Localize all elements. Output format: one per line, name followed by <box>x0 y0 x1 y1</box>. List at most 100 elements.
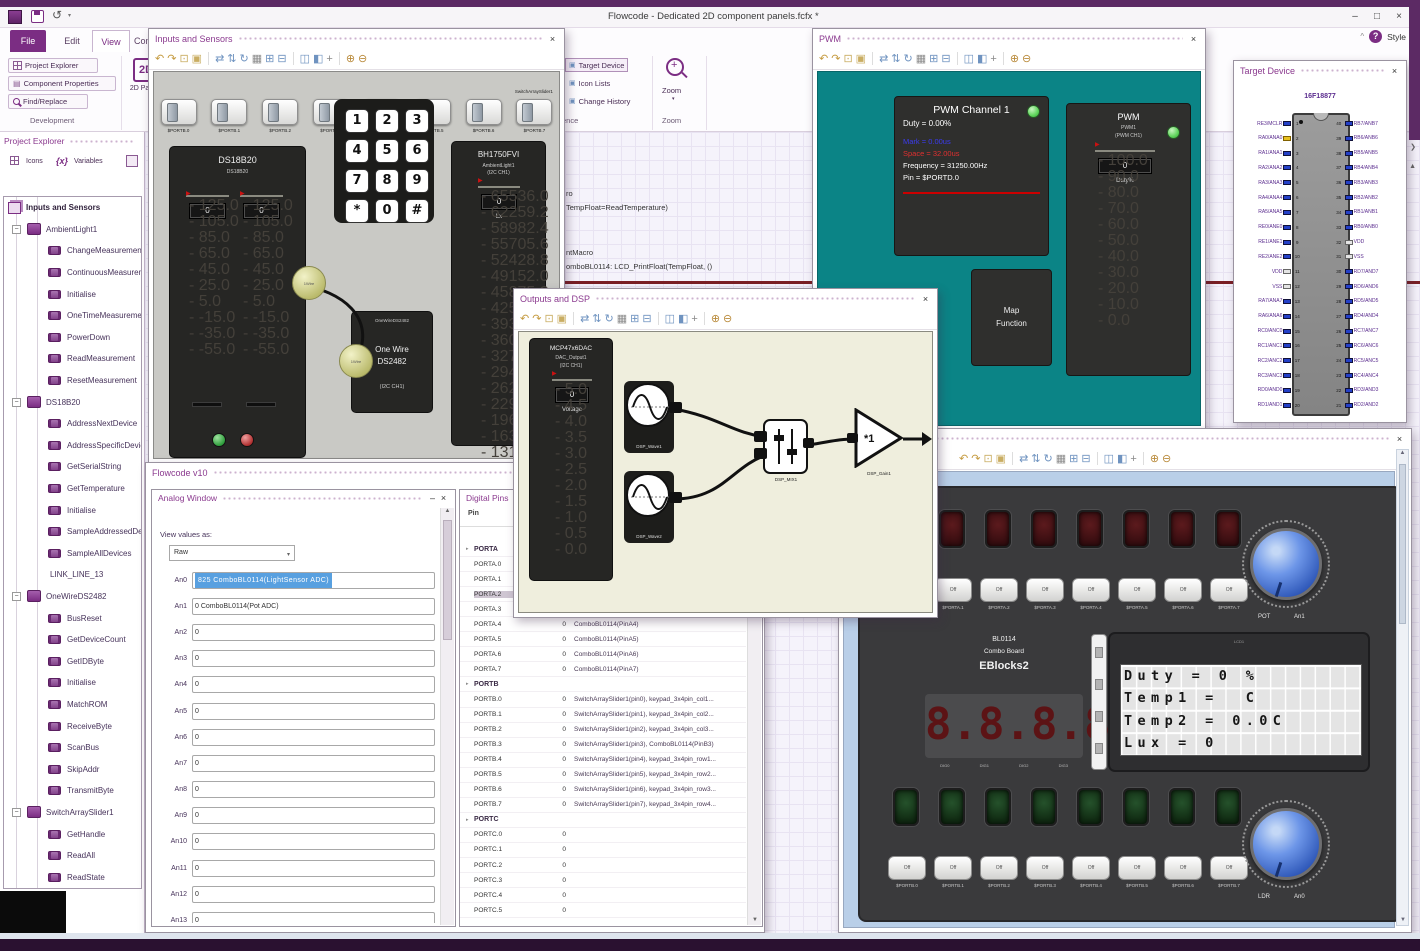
send-backward-icon[interactable]: ⊟ <box>642 312 651 326</box>
chip-pin-29[interactable] <box>1344 284 1353 290</box>
chip-pin-4[interactable] <box>1283 165 1292 171</box>
chip-pin-12[interactable] <box>1283 284 1292 290</box>
tree-item-GetSerialString[interactable]: GetSerialString <box>4 456 141 478</box>
undo-icon[interactable]: ↺ <box>52 8 62 22</box>
tree-item-AddressNextDevice[interactable]: AddressNextDevice <box>4 413 141 435</box>
flip-horizontal-icon[interactable]: ⇄ <box>1019 452 1028 466</box>
chip-pin-32[interactable] <box>1344 239 1353 245</box>
slider-track[interactable]: - 125.0- 105.0- 85.0- 65.0- 45.0- 25.0- … <box>240 191 293 358</box>
chip-pin-11[interactable] <box>1283 269 1292 275</box>
ungroup-icon[interactable]: ◧ <box>1117 452 1127 466</box>
help-icon[interactable]: ? <box>1369 30 1383 43</box>
zoom-out-icon[interactable]: ⊖ <box>723 312 732 326</box>
group-icon[interactable]: ◫ <box>1104 452 1114 466</box>
tree-item-ContinuousMeasurement[interactable]: ContinuousMeasurement <box>4 262 141 284</box>
pin-row-PORTC.3[interactable]: PORTC.3 0 <box>460 873 746 889</box>
slider-track[interactable]: - 5.0- 4.5- 4.0- 3.5- 3.0- 2.5- 2.0- 1.5… <box>552 371 592 558</box>
chip-pin-34[interactable] <box>1344 209 1353 215</box>
tree-item-ReadMeasurement[interactable]: ReadMeasurement <box>4 348 141 370</box>
chip-pin-20[interactable] <box>1283 402 1292 408</box>
flip-vertical-icon[interactable]: ⇅ <box>1031 452 1040 466</box>
chip-pin-6[interactable] <box>1283 195 1292 201</box>
chip-pin-14[interactable] <box>1283 313 1292 319</box>
project-explorer-button[interactable]: Project Explorer <box>8 58 98 73</box>
slider-pointer[interactable]: ▶ <box>1095 142 1100 148</box>
analog-value-field[interactable]: 0 ComboBL0114(Pot ADC) <box>192 597 435 615</box>
zoom-in-icon[interactable]: ⊕ <box>1010 52 1019 66</box>
paste-icon[interactable]: ▣ <box>557 312 567 326</box>
analog-value-field[interactable]: 0 <box>192 833 435 851</box>
analog-value-field[interactable]: 0 <box>192 650 435 668</box>
analog-value-field[interactable]: 825 ComboBL0114(LightSensor ADC) <box>192 571 435 589</box>
keypad-key-8[interactable]: 8 <box>375 169 399 193</box>
chip-pin-18[interactable] <box>1283 373 1292 379</box>
icons-view-icon[interactable] <box>10 156 19 165</box>
undo-icon[interactable]: ↶ <box>520 312 529 326</box>
redo-icon[interactable]: ↷ <box>167 52 176 66</box>
pin-row-PORTC.5[interactable]: PORTC.5 0 <box>460 903 746 919</box>
flip-horizontal-icon[interactable]: ⇄ <box>879 52 888 66</box>
tree-item-ChangeMeasurementMode[interactable]: ChangeMeasurementMode <box>4 240 141 262</box>
snap-icon[interactable]: + <box>990 52 996 66</box>
flip-horizontal-icon[interactable]: ⇄ <box>215 52 224 66</box>
onewire-node[interactable]: 1Wire <box>292 266 326 300</box>
scrollbar-thumb[interactable] <box>443 520 452 640</box>
scrollbar-thumb[interactable] <box>1399 464 1406 624</box>
analog-value-field[interactable]: 0 <box>192 807 435 825</box>
close-icon[interactable]: × <box>547 34 558 44</box>
pin-row-PORTA.7[interactable]: PORTA.7 0 ComboBL0114(PinA7) <box>460 662 746 678</box>
pin-row-PORTA.4[interactable]: PORTA.4 0 ComboBL0114(PinA4) <box>460 617 746 633</box>
undo-icon[interactable]: ↶ <box>959 452 968 466</box>
scroll-up-icon[interactable]: ▲ <box>1409 163 1416 170</box>
variables-icon[interactable]: {x} <box>56 156 68 166</box>
board-button[interactable]: Off <box>934 578 972 602</box>
ribbon-collapse-icon[interactable]: ^ <box>1360 32 1364 41</box>
save-icon[interactable] <box>31 10 44 23</box>
pin-row-PORTB.5[interactable]: PORTB.5 0 SwitchArraySlider1(pin5), keypad… <box>460 768 746 783</box>
zoom-icon[interactable] <box>666 58 684 76</box>
zoom-out-icon[interactable]: ⊖ <box>1162 452 1171 466</box>
zoom-in-icon[interactable]: ⊕ <box>1150 452 1159 466</box>
minimize-button[interactable]: – <box>1346 9 1364 25</box>
keypad-key-6[interactable]: 6 <box>405 139 429 163</box>
view-values-dropdown[interactable]: Raw <box>169 545 295 562</box>
close-icon[interactable]: × <box>920 294 931 304</box>
close-icon[interactable]: × <box>1394 434 1405 444</box>
board-button[interactable]: Off <box>1164 578 1202 602</box>
board-button[interactable]: Off <box>1210 856 1248 880</box>
tree-item-SampleAddressedDevice[interactable]: SampleAddressedDevice <box>4 521 141 543</box>
view-icon-lists-toggle[interactable]: ▣ Icon Lists <box>566 76 613 90</box>
analog-value-field[interactable]: 0 <box>192 702 435 720</box>
pin-row-PORTA.5[interactable]: PORTA.5 0 ComboBL0114(PinA5) <box>460 632 746 648</box>
quick-access-caret-icon[interactable]: ▾ <box>68 12 71 19</box>
keypad-key-2[interactable]: 2 <box>375 109 399 133</box>
tree-item-GetHandle[interactable]: GetHandle <box>4 823 141 845</box>
chip-pin-16[interactable] <box>1283 343 1292 349</box>
board-button[interactable]: Off <box>1118 856 1156 880</box>
redo-icon[interactable]: ↷ <box>532 312 541 326</box>
ungroup-icon[interactable]: ◧ <box>977 52 987 66</box>
align-grid-icon[interactable]: ▦ <box>252 52 262 66</box>
analog-value-field[interactable]: 0 <box>192 912 435 923</box>
flip-horizontal-icon[interactable]: ⇄ <box>580 312 589 326</box>
toggle-switch[interactable] <box>211 99 248 125</box>
keypad-key-0[interactable]: 0 <box>375 199 399 223</box>
tree-item-AddressSpecificDevice[interactable]: AddressSpecificDevice <box>4 435 141 457</box>
chip-pin-17[interactable] <box>1283 358 1292 364</box>
align-grid-icon[interactable]: ▦ <box>1056 452 1066 466</box>
style-menu[interactable]: Style <box>1387 32 1406 42</box>
chip-pin-10[interactable] <box>1283 254 1292 260</box>
panel-view-icon[interactable] <box>126 155 138 167</box>
tree-item-ReceiveByte[interactable]: ReceiveByte <box>4 715 141 737</box>
close-icon[interactable]: × <box>438 493 449 503</box>
slider-track[interactable]: - 100.0- 90.0- 80.0- 70.0- 60.0- 50.0- 4… <box>1095 142 1155 329</box>
chip-pin-1[interactable] <box>1283 121 1292 126</box>
align-grid-icon[interactable]: ▦ <box>617 312 627 326</box>
tree-item-GetIDByte[interactable]: GetIDByte <box>4 650 141 672</box>
tree-item-GetTemperature[interactable]: GetTemperature <box>4 478 141 500</box>
chip-pin-38[interactable] <box>1344 150 1353 156</box>
expander-icon[interactable]: − <box>12 591 21 601</box>
chip-pin-9[interactable] <box>1283 239 1292 245</box>
paste-icon[interactable]: ▣ <box>192 52 202 66</box>
copy-icon[interactable]: ⊡ <box>544 312 553 326</box>
